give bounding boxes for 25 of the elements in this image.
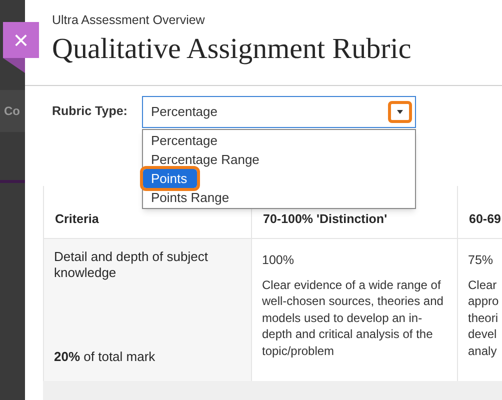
field-label: Rubric Type: (52, 103, 128, 120)
level-description: devel (468, 326, 497, 343)
dropdown-option[interactable]: Points Range (143, 188, 415, 207)
criterion-weight: 20% of total mark (54, 348, 156, 366)
subtitle: Ultra Assessment Overview (52, 12, 206, 28)
dropdown-option[interactable]: Points (143, 168, 198, 188)
level-value: 75% (468, 252, 494, 269)
tab-label: Co (3, 103, 20, 120)
level-description: Clear evidence of a wide range of well-chosen sources, theories and models used to develop an in-depth and critical analysis of the topic/problem (262, 276, 444, 360)
ribbon-fold (3, 58, 25, 73)
level-description: theori (468, 310, 498, 326)
caret-icon (397, 110, 403, 114)
dropdown-option[interactable]: Percentage (143, 130, 415, 150)
level-description: appro (468, 293, 499, 310)
dropdown-option[interactable]: Percentage Range (143, 150, 415, 169)
criterion-name: Detail and depth of subject knowledge (54, 248, 209, 281)
level-description: Clear (468, 276, 497, 294)
column-header: Criteria (55, 212, 99, 226)
dropdown-arrow-button[interactable] (388, 100, 412, 123)
level-description: analy (468, 342, 497, 360)
level-value: 100% (262, 252, 295, 269)
page-title: Qualitative Assignment Rubric (52, 32, 412, 67)
column-header: 60-69 (469, 212, 501, 226)
column-header: 70-100% 'Distinction' (263, 212, 388, 226)
rubric-type-select[interactable]: Percentage (142, 96, 416, 128)
